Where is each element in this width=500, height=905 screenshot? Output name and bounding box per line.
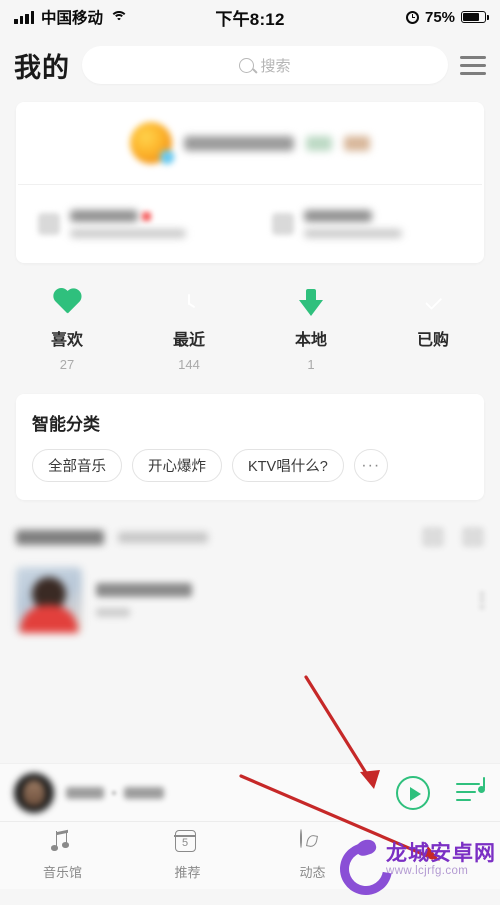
- smart-category-chips: 全部音乐 开心爆炸 KTV唱什么? ···: [32, 449, 468, 482]
- entry-subtitle: [70, 229, 186, 238]
- now-playing-artist: [124, 786, 164, 799]
- play-button-icon[interactable]: [396, 775, 430, 810]
- compass-icon: [299, 829, 326, 856]
- chip-ktv[interactable]: KTV唱什么?: [232, 449, 344, 482]
- status-badge: [142, 211, 151, 221]
- status-bar-clock: 下午8:12: [215, 9, 285, 29]
- battery-icon: [461, 10, 489, 24]
- entry-icon: [272, 213, 294, 235]
- profile-entry-1[interactable]: [16, 185, 250, 263]
- stats-row: 喜欢 27 最近 144 本地 1 已购: [0, 263, 500, 394]
- profile-icon: [425, 840, 451, 866]
- battery-percent-label: 75%: [424, 8, 456, 26]
- status-bar-left: 中国移动: [14, 6, 215, 28]
- heart-icon: [52, 289, 82, 319]
- profile-entries: [16, 185, 484, 263]
- tab-label: 音乐馆: [42, 865, 82, 880]
- page-title: 我的: [14, 52, 70, 83]
- stat-item-liked[interactable]: 喜欢 27: [6, 289, 128, 372]
- clock-icon: [174, 289, 204, 319]
- stat-label: 最近: [172, 332, 205, 349]
- profile-card[interactable]: [16, 102, 484, 263]
- alarm-clock-icon: [405, 10, 419, 24]
- tab-music-hall[interactable]: 音乐馆: [0, 822, 125, 889]
- search-icon: [239, 57, 255, 73]
- stat-item-local[interactable]: 本地 1: [250, 289, 372, 372]
- playlist-section: [0, 516, 500, 642]
- stat-item-purchased[interactable]: 已购: [372, 289, 494, 372]
- playlist-section-header: [16, 516, 484, 558]
- avatar[interactable]: [130, 122, 174, 164]
- music-note-icon: [50, 829, 76, 856]
- tab-feed[interactable]: 动态: [250, 822, 375, 889]
- calendar-icon: 5: [173, 830, 201, 856]
- profile-summary[interactable]: [16, 102, 484, 184]
- stat-label: 本地: [294, 332, 327, 349]
- search-input[interactable]: 搜索: [82, 46, 448, 84]
- profile-badge-1: [306, 135, 332, 151]
- list-item[interactable]: [16, 558, 484, 642]
- profile-entry-2[interactable]: [250, 185, 484, 263]
- chip-all-music[interactable]: 全部音乐: [32, 449, 122, 482]
- bottom-tab-bar: 音乐馆 5 推荐 动态: [0, 821, 500, 889]
- check-circle-icon: [418, 289, 448, 319]
- stat-count: 27: [59, 357, 75, 372]
- entry-subtitle: [304, 229, 402, 238]
- playlist-title: [96, 583, 192, 597]
- smart-category-title: 智能分类: [32, 415, 100, 434]
- page-header: 我的 搜索: [0, 34, 500, 96]
- grid-view-icon[interactable]: [422, 527, 444, 547]
- list-view-icon[interactable]: [462, 527, 484, 547]
- mini-player[interactable]: [0, 763, 500, 821]
- profile-username: [184, 135, 294, 151]
- calendar-day-number: 5: [181, 837, 189, 849]
- stat-item-recent[interactable]: 最近 144: [128, 289, 250, 372]
- search-placeholder: 搜索: [260, 57, 291, 75]
- separator-dot: [112, 790, 116, 795]
- playlist-subtitle: [96, 608, 130, 617]
- entry-title: [304, 210, 372, 222]
- tab-label: 动态: [299, 865, 326, 880]
- stat-label: 已购: [416, 332, 449, 349]
- download-icon: [296, 289, 326, 319]
- section-subtitle: [118, 531, 208, 543]
- entry-icon: [38, 213, 60, 235]
- playlist-cover: [16, 567, 82, 633]
- tab-label: 推荐: [174, 865, 201, 880]
- stat-count: 1: [307, 357, 315, 372]
- entry-title: [70, 210, 138, 222]
- now-playing-info: [66, 786, 164, 799]
- chip-happy[interactable]: 开心爆炸: [132, 449, 222, 482]
- profile-badge-2: [344, 135, 370, 151]
- status-bar-right: 75%: [285, 8, 489, 26]
- status-bar: 中国移动 下午8:12 75%: [0, 0, 500, 34]
- now-playing-song: [66, 786, 104, 799]
- wifi-icon: [110, 10, 129, 24]
- tab-recommend[interactable]: 5 推荐: [125, 822, 250, 889]
- carrier-label: 中国移动: [41, 10, 104, 27]
- chip-more-button[interactable]: ···: [353, 449, 388, 482]
- stat-count: 144: [178, 357, 200, 372]
- stat-label: 喜欢: [50, 332, 83, 349]
- more-vertical-icon[interactable]: [480, 591, 484, 609]
- playlist-queue-icon[interactable]: [456, 776, 486, 806]
- smart-category-card: 智能分类 全部音乐 开心爆炸 KTV唱什么? ···: [16, 394, 484, 500]
- hamburger-menu-icon[interactable]: [460, 52, 486, 79]
- section-title: [16, 529, 104, 545]
- signal-bars-icon: [14, 10, 34, 24]
- tab-profile[interactable]: [375, 822, 500, 889]
- now-playing-avatar[interactable]: [14, 772, 54, 813]
